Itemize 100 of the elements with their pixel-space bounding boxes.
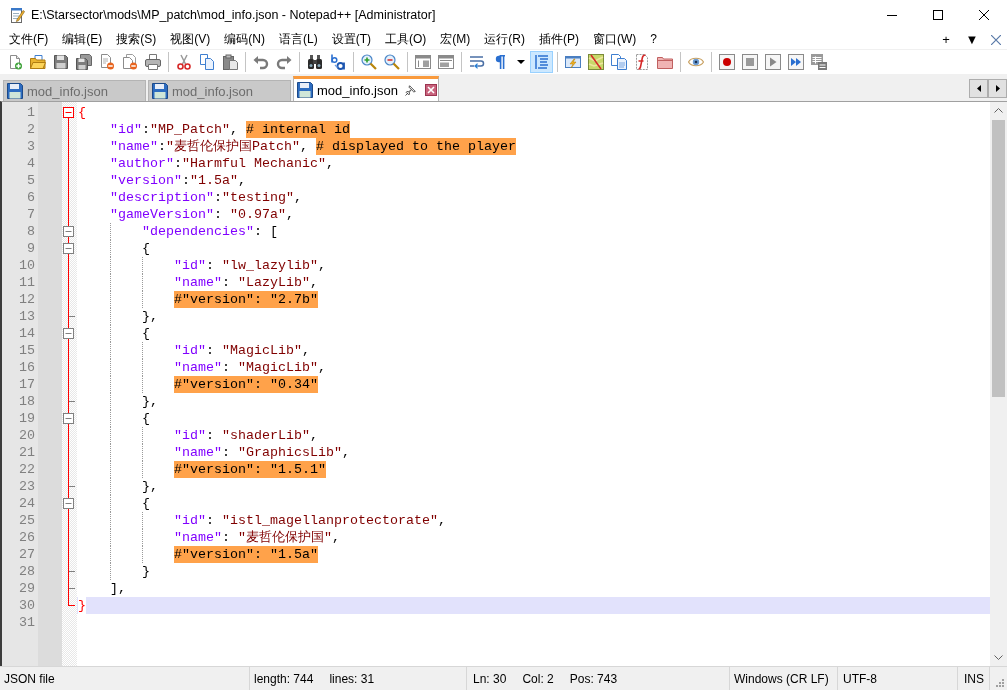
chevron-up-icon — [994, 108, 1003, 113]
line-number: 4 — [27, 156, 35, 171]
fold-collapse-icon[interactable] — [63, 243, 74, 254]
fold-collapse-icon[interactable] — [63, 498, 74, 509]
menu-bar-button[interactable]: ▼ — [959, 30, 985, 49]
zoom-out-icon — [383, 54, 400, 70]
code-line: "id": "lw_lazylib", — [173, 257, 326, 274]
line-number: 14 — [19, 326, 35, 341]
status-text: length: 744 — [254, 671, 314, 686]
line-number: 27 — [19, 547, 35, 562]
tab[interactable]: mod_info.json — [293, 76, 439, 101]
menu-item[interactable]: 工具(O) — [378, 30, 434, 49]
resize-grip-icon — [996, 679, 1004, 687]
close-icon[interactable] — [424, 84, 437, 96]
code-line: "name":"麦哲伦保护国Patch", # displayed to the player — [110, 138, 516, 155]
code-line: "name": "MagicLib", — [173, 359, 326, 376]
menu-item[interactable]: ? — [643, 30, 664, 49]
menu-bar-button[interactable]: + — [933, 30, 959, 49]
line-number: 19 — [19, 411, 35, 426]
caret-right-icon — [995, 85, 1000, 92]
code-line: "id": "shaderLib", — [173, 427, 318, 444]
line-number: 20 — [19, 428, 35, 443]
line-number: 3 — [27, 139, 35, 154]
scroll-left-button[interactable] — [969, 79, 988, 98]
code-line: }, — [141, 308, 158, 325]
code-line: "id": "istl_magellanprotectorate", — [173, 512, 446, 529]
line-number: 30 — [19, 598, 35, 613]
menu-item[interactable]: 运行(R) — [477, 30, 532, 49]
chevron-down-icon — [994, 655, 1003, 660]
line-number: 8 — [27, 224, 35, 239]
line-number: 25 — [19, 513, 35, 528]
code-line: "gameVersion": "0.97a", — [110, 206, 294, 223]
code-line: } — [141, 563, 150, 580]
line-number: 1 — [27, 105, 35, 120]
code-line: { — [141, 325, 150, 342]
menu-item[interactable]: 视图(V) — [163, 30, 218, 49]
line-number: 31 — [19, 615, 35, 630]
map-icon — [587, 54, 604, 70]
maximize-icon — [933, 10, 943, 20]
code-line: ], — [110, 580, 126, 597]
code-line: "id": "MagicLib", — [173, 342, 310, 359]
menu-item[interactable]: 编码(N) — [217, 30, 272, 49]
status-text: UTF-8 — [843, 671, 877, 686]
code-line: }, — [141, 393, 158, 410]
redo-icon — [275, 54, 292, 70]
replace-icon — [329, 54, 346, 70]
undo-icon — [252, 54, 269, 70]
menu-item[interactable]: 宏(M) — [433, 30, 478, 49]
status-text: lines: 31 — [329, 671, 375, 686]
line-number: 10 — [19, 258, 35, 273]
status-text: JSON file — [4, 671, 55, 686]
line-number: 16 — [19, 360, 35, 375]
notepad-icon — [9, 7, 25, 23]
binoculars-icon — [306, 54, 323, 70]
scroll-right-button[interactable] — [988, 79, 1007, 98]
code-line: "author":"Harmful Mechanic", — [110, 155, 334, 172]
line-number: 24 — [19, 496, 35, 511]
code-line: { — [141, 495, 150, 512]
menu-item[interactable]: 语言(L) — [272, 30, 325, 49]
code-line: { — [141, 410, 150, 427]
clipboard-icon — [221, 54, 238, 70]
pilcrow-icon — [494, 55, 505, 69]
documents-icon — [610, 54, 627, 70]
pin-icon[interactable] — [404, 84, 416, 96]
window-title: E:\Starsector\mods\MP_patch\mod_info.json - Notepad++ [Administrator] — [31, 8, 436, 22]
floppy-disks-icon — [75, 54, 92, 70]
fold-collapse-icon[interactable] — [63, 107, 74, 118]
fold-collapse-icon[interactable] — [63, 413, 74, 424]
menu-item[interactable]: 文件(F) — [2, 30, 56, 49]
status-text: Col: 2 — [522, 671, 554, 686]
fold-collapse-icon[interactable] — [63, 226, 74, 237]
menu-item[interactable]: 插件(P) — [532, 30, 586, 49]
line-number: 29 — [19, 581, 35, 596]
line-number: 6 — [27, 190, 35, 205]
word-wrap-icon — [468, 54, 485, 70]
code-line: "name": "LazyLib", — [173, 274, 318, 291]
status-text: Windows (CR LF) — [734, 671, 829, 686]
table-window-icon — [810, 54, 827, 70]
fast-forward-icon — [787, 54, 804, 70]
status-text: Ln: 30 — [473, 671, 507, 686]
menu-item[interactable]: 设置(T) — [324, 30, 378, 49]
fold-collapse-icon[interactable] — [63, 328, 74, 339]
status-text: INS — [964, 671, 984, 686]
menu-item[interactable]: 编辑(E) — [55, 30, 110, 49]
menu-item[interactable]: 窗口(W) — [586, 30, 644, 49]
line-number: 28 — [19, 564, 35, 579]
code-line: "dependencies": [ — [141, 223, 278, 240]
code-line: "version":"1.5a", — [110, 172, 246, 189]
window-panes-icon — [437, 54, 454, 70]
stop-icon — [741, 54, 758, 70]
close-icon — [991, 34, 1001, 45]
indent-guide-icon — [533, 54, 550, 70]
pages-minus-icon — [121, 54, 138, 70]
line-number: 5 — [27, 173, 35, 188]
menu-item[interactable]: 搜索(S) — [109, 30, 164, 49]
line-number: 2 — [27, 122, 35, 137]
code-line: }, — [141, 478, 158, 495]
line-number: 12 — [19, 292, 35, 307]
close-icon — [979, 10, 989, 20]
scrollbar-thumb[interactable] — [992, 120, 1005, 397]
